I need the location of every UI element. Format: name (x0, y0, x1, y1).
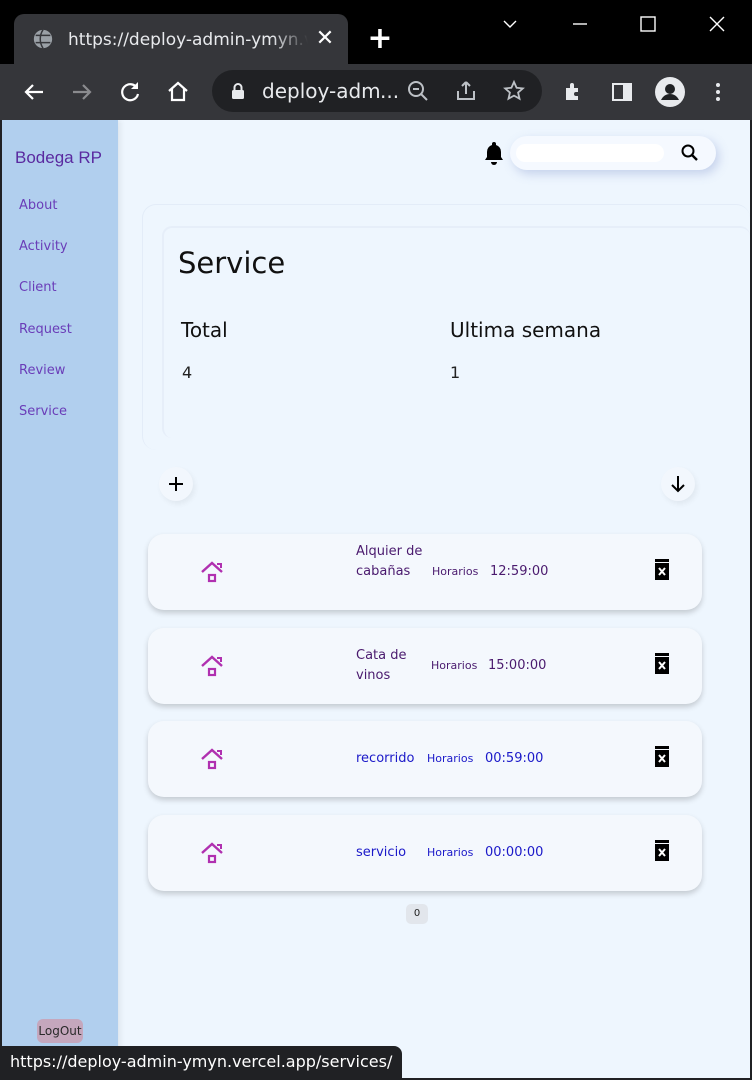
sidebar-item-review[interactable]: Review (19, 363, 65, 378)
globe-icon (33, 29, 53, 49)
house-icon (201, 561, 223, 583)
sidebar-item-about[interactable]: About (19, 198, 57, 213)
zoom-out-icon[interactable] (406, 79, 430, 103)
hours-label: Horarios (432, 565, 479, 578)
service-name: recorrido (356, 751, 415, 766)
service-time: 15:00:00 (488, 658, 547, 673)
hours-label: Horarios (427, 846, 474, 859)
service-name: Cata de vinos (356, 648, 407, 683)
plus-icon (169, 477, 183, 491)
bookmark-star-icon[interactable] (502, 79, 526, 103)
bell-icon[interactable] (482, 140, 506, 166)
house-icon (201, 842, 223, 864)
service-time: 12:59:00 (490, 564, 549, 579)
lock-icon[interactable] (230, 82, 246, 100)
service-row[interactable]: Cata de vinos Horarios 15:00:00 (148, 628, 702, 704)
close-window-icon[interactable] (703, 10, 731, 38)
sidebar-item-client[interactable]: Client (19, 280, 57, 295)
browser-toolbar: deploy-admin-ymyn.vercel.app/services/ .… (0, 64, 752, 120)
side-panel-icon[interactable] (606, 76, 638, 108)
sidebar-item-activity[interactable]: Activity (19, 239, 68, 254)
arrow-down-icon (671, 476, 685, 493)
brand-logo-text[interactable]: Bodega RP (15, 148, 102, 168)
service-name: servicio (356, 845, 407, 860)
sort-down-button[interactable] (661, 467, 695, 501)
maximize-icon[interactable] (634, 10, 662, 38)
extensions-icon[interactable] (558, 76, 590, 108)
address-bar[interactable]: deploy-admin-ymyn.vercel.app/services/ .… (212, 70, 542, 112)
menu-kebab-icon[interactable] (702, 76, 734, 108)
page-title: Service (178, 246, 286, 280)
profile-avatar-icon[interactable] (654, 76, 686, 108)
pagination-page[interactable]: 0 (406, 904, 428, 924)
back-icon[interactable] (18, 76, 50, 108)
search-bar (510, 136, 716, 170)
new-tab-icon[interactable]: + (366, 24, 394, 54)
delete-trash-icon[interactable] (652, 652, 672, 676)
total-label: Total (181, 318, 228, 342)
service-row[interactable]: Alquier de cabañas Horarios 12:59:00 (148, 534, 702, 610)
delete-trash-icon[interactable] (652, 839, 672, 863)
address-text[interactable]: deploy-admin-ymyn.vercel.app/services/ (262, 79, 380, 103)
reload-icon[interactable] (114, 76, 146, 108)
tab-search-icon[interactable] (496, 10, 524, 38)
delete-trash-icon[interactable] (652, 558, 672, 582)
browser-tab[interactable]: https://deploy-admin-ymyn.vercel.app/ser… (14, 14, 348, 64)
hours-label: Horarios (427, 752, 474, 765)
sidebar-item-request[interactable]: Request (19, 322, 72, 337)
page-content: Bodega RP About Activity Client Request … (2, 120, 750, 1078)
logout-button[interactable]: LogOut (37, 1019, 83, 1043)
service-row[interactable]: recorrido Horarios 00:59:00 (148, 721, 702, 797)
forward-icon[interactable] (66, 76, 98, 108)
service-time: 00:00:00 (485, 845, 544, 860)
minimize-icon[interactable] (566, 10, 594, 38)
service-row[interactable]: servicio Horarios 00:00:00 (148, 815, 702, 891)
share-icon[interactable] (454, 79, 478, 103)
last-week-value: 1 (450, 363, 461, 382)
service-time: 00:59:00 (485, 751, 544, 766)
house-icon (201, 655, 223, 677)
service-name: Alquier de cabañas (356, 544, 423, 579)
search-icon[interactable] (680, 143, 700, 163)
last-week-label: Ultima semana (450, 318, 602, 342)
sidebar-item-service[interactable]: Service (19, 404, 67, 419)
close-tab-icon[interactable]: ✕ (314, 28, 336, 50)
status-bar-url: https://deploy-admin-ymyn.vercel.app/ser… (0, 1046, 403, 1078)
home-icon[interactable] (162, 76, 194, 108)
browser-title-bar: https://deploy-admin-ymyn.vercel.app/ser… (0, 0, 752, 64)
delete-trash-icon[interactable] (652, 745, 672, 769)
hours-label: Horarios (431, 659, 478, 672)
sidebar: Bodega RP About Activity Client Request … (2, 120, 118, 1078)
total-value: 4 (182, 363, 193, 382)
house-icon (201, 748, 223, 770)
search-input[interactable] (516, 144, 664, 162)
add-service-button[interactable] (159, 467, 193, 501)
tab-title: https://deploy-admin-ymyn.vercel.app/ser… (68, 30, 308, 50)
